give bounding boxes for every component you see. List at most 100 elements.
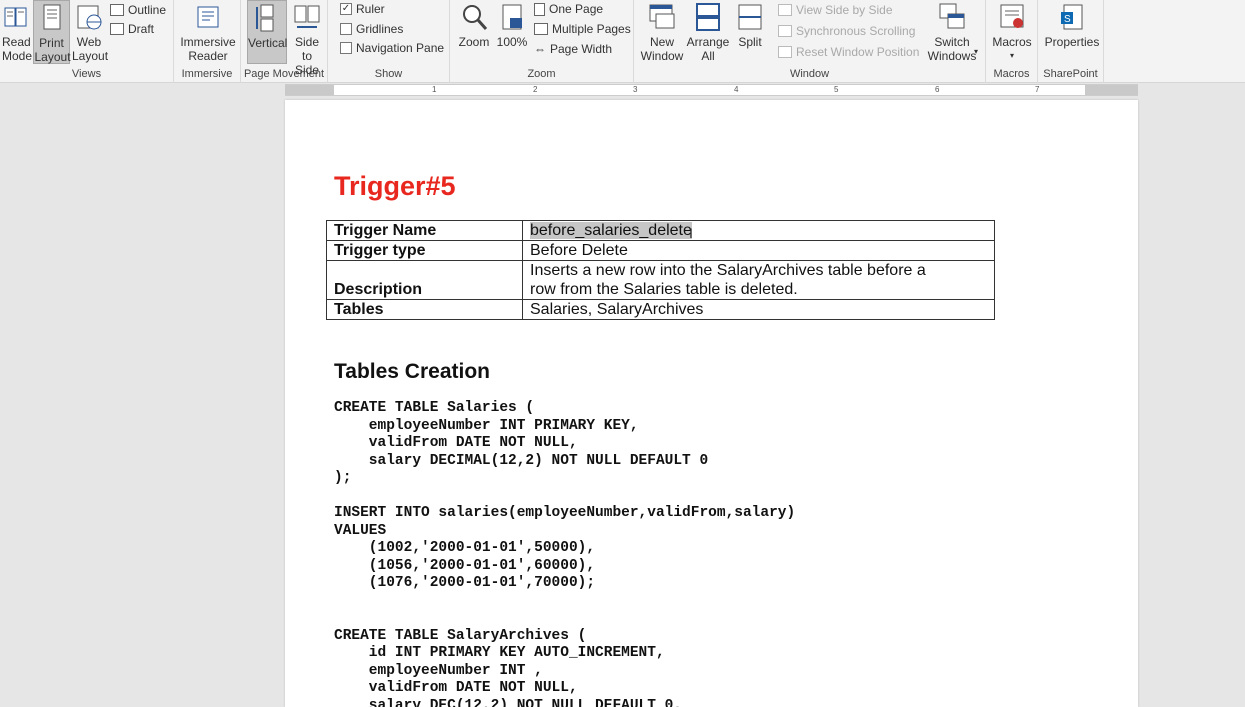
side-to-side-button[interactable]: Side to Side bbox=[289, 0, 325, 77]
one-page-icon bbox=[534, 2, 545, 16]
description-line: row from the Salaries table is deleted. bbox=[530, 281, 798, 298]
table-row: Trigger Name before_salaries_delete bbox=[326, 220, 995, 241]
immersive-group-label: Immersive bbox=[181, 68, 233, 80]
ruler-tick: 1 bbox=[432, 85, 437, 94]
macros-group-label: Macros bbox=[993, 68, 1030, 80]
code-line: salary DECIMAL(12,2) NOT NULL DEFAULT 0 bbox=[368, 452, 709, 469]
synchronous-scrolling-button[interactable]: Synchronous Scrolling bbox=[778, 22, 915, 40]
split-label: Split bbox=[738, 35, 762, 49]
properties-label: Properties bbox=[1044, 35, 1100, 49]
code-line: (1002,'2000-01-01',50000), bbox=[368, 540, 596, 556]
code-line: ); bbox=[334, 470, 352, 486]
table-value-cell[interactable]: Before Delete bbox=[522, 240, 995, 261]
code-line: VALUES bbox=[334, 522, 387, 539]
draft-label: Draft bbox=[128, 22, 155, 36]
switch-windows-label: Switch Windows bbox=[927, 35, 977, 63]
document-page[interactable]: Trigger#5 Trigger Name before_salaries_d… bbox=[285, 100, 1138, 707]
views-group: Read Mode Print Layout Web Layout Outlin… bbox=[0, 0, 174, 83]
gridlines-label: Gridlines bbox=[356, 22, 404, 36]
table-value-cell[interactable]: before_salaries_delete bbox=[522, 220, 995, 241]
gridlines-checkbox[interactable]: Gridlines bbox=[340, 20, 403, 38]
table-key-cell: Trigger type bbox=[326, 240, 523, 261]
web-layout-label: Web Layout bbox=[72, 35, 109, 63]
svg-text:S: S bbox=[1064, 14, 1071, 25]
multiple-pages-icon bbox=[534, 23, 548, 35]
table-value-cell[interactable]: Inserts a new row into the SalaryArchive… bbox=[522, 260, 995, 300]
navigation-pane-checkbox[interactable]: Navigation Pane bbox=[340, 39, 444, 57]
view-side-by-side-label: View Side by Side bbox=[796, 3, 893, 17]
ruler-left-margin bbox=[285, 85, 334, 95]
code-line: validFrom DATE NOT NULL, bbox=[368, 680, 578, 696]
new-window-label: New Window bbox=[640, 35, 684, 63]
table-row: Tables Salaries, SalaryArchives bbox=[326, 299, 995, 320]
code-line: employeeNumber INT , bbox=[368, 662, 543, 679]
zoom-100-icon bbox=[498, 2, 526, 32]
description-line: Inserts a new row into the SalaryArchive… bbox=[530, 262, 926, 279]
outline-button[interactable]: Outline bbox=[110, 1, 166, 19]
arrange-all-button[interactable]: Arrange All bbox=[686, 0, 730, 63]
zoom-button[interactable]: Zoom bbox=[456, 0, 492, 49]
macros-button[interactable]: Macros ▾ bbox=[990, 0, 1034, 63]
zoom-label: Zoom bbox=[458, 35, 490, 49]
chevron-down-icon: ▾ bbox=[973, 47, 978, 56]
view-side-by-side-icon bbox=[778, 4, 792, 16]
code-line: (1076,'2000-01-01',70000); bbox=[368, 575, 596, 591]
split-icon bbox=[736, 2, 764, 32]
code-line: (1056,'2000-01-01',60000), bbox=[368, 557, 596, 574]
ruler-check-icon: ✓ bbox=[340, 3, 352, 15]
reset-window-position-button[interactable]: Reset Window Position bbox=[778, 43, 919, 61]
print-layout-label: Print Layout bbox=[34, 36, 71, 64]
selected-text: before_salaries_delete bbox=[530, 222, 692, 239]
multiple-pages-button[interactable]: Multiple Pages bbox=[534, 20, 631, 38]
page-width-icon: ⇔ bbox=[534, 42, 546, 56]
macros-group: Macros ▾ Macros bbox=[986, 0, 1038, 83]
horizontal-ruler[interactable]: 1 2 3 4 5 6 7 bbox=[285, 84, 1138, 96]
vertical-button[interactable]: Vertical bbox=[247, 0, 287, 64]
zoom-group: Zoom 100% One Page Multiple Pages ⇔ Page… bbox=[450, 0, 634, 83]
document-title: Trigger#5 bbox=[334, 171, 456, 201]
one-page-button[interactable]: One Page bbox=[534, 0, 603, 18]
ruler-label: Ruler bbox=[356, 2, 385, 16]
properties-button[interactable]: S Properties bbox=[1042, 0, 1102, 49]
code-line: id INT PRIMARY KEY AUTO_INCREMENT, bbox=[368, 645, 665, 661]
macros-label: Macros bbox=[992, 35, 1032, 49]
synchronous-scrolling-icon bbox=[778, 25, 792, 37]
draft-button[interactable]: Draft bbox=[110, 20, 154, 38]
read-mode-button[interactable]: Read Mode bbox=[0, 0, 32, 63]
outline-label: Outline bbox=[128, 3, 167, 17]
views-group-label: Views bbox=[71, 68, 102, 80]
vertical-icon bbox=[253, 3, 281, 33]
immersive-group: Immersive Reader Immersive bbox=[174, 0, 241, 83]
navigation-pane-label: Navigation Pane bbox=[356, 41, 445, 55]
split-button[interactable]: Split bbox=[732, 0, 768, 49]
print-layout-button[interactable]: Print Layout bbox=[33, 0, 71, 64]
ruler-tick: 7 bbox=[1035, 85, 1040, 94]
table-key-cell: Trigger Name bbox=[326, 220, 523, 241]
page-width-button[interactable]: ⇔ Page Width bbox=[534, 40, 612, 58]
ruler-tick: 4 bbox=[734, 85, 739, 94]
navigation-pane-check-icon bbox=[340, 42, 352, 54]
zoom-100-button[interactable]: 100% bbox=[494, 0, 530, 49]
arrange-all-icon bbox=[694, 2, 722, 32]
synchronous-scrolling-label: Synchronous Scrolling bbox=[796, 24, 916, 38]
ruler-checkbox[interactable]: ✓ Ruler bbox=[340, 0, 385, 18]
show-group: ✓ Ruler Gridlines Navigation Pane Show bbox=[328, 0, 450, 83]
code-line: CREATE TABLE SalaryArchives ( bbox=[334, 627, 587, 644]
ruler-tick: 2 bbox=[533, 85, 538, 94]
table-row: Trigger type Before Delete bbox=[326, 240, 995, 261]
code-line: salary DEC(12,2) NOT NULL DEFAULT 0, bbox=[368, 697, 683, 707]
arrange-all-label: Arrange All bbox=[686, 35, 730, 63]
read-mode-icon bbox=[4, 2, 28, 32]
table-value-cell[interactable]: Salaries, SalaryArchives bbox=[522, 299, 995, 320]
one-page-label: One Page bbox=[549, 2, 604, 16]
ruler-tick: 5 bbox=[834, 85, 839, 94]
switch-windows-button[interactable]: Switch Windows ▾ bbox=[924, 0, 980, 63]
sql-code-block[interactable]: CREATE TABLE Salaries ( employeeNumber I… bbox=[334, 400, 795, 707]
new-window-button[interactable]: New Window bbox=[638, 0, 686, 63]
code-line: INSERT INTO salaries(employeeNumber,vali… bbox=[334, 505, 796, 521]
page-width-label: Page Width bbox=[550, 42, 613, 56]
view-side-by-side-button[interactable]: View Side by Side bbox=[778, 1, 893, 19]
show-group-label: Show bbox=[374, 68, 403, 80]
immersive-reader-button[interactable]: Immersive Reader bbox=[178, 0, 238, 63]
web-layout-button[interactable]: Web Layout bbox=[71, 0, 109, 63]
